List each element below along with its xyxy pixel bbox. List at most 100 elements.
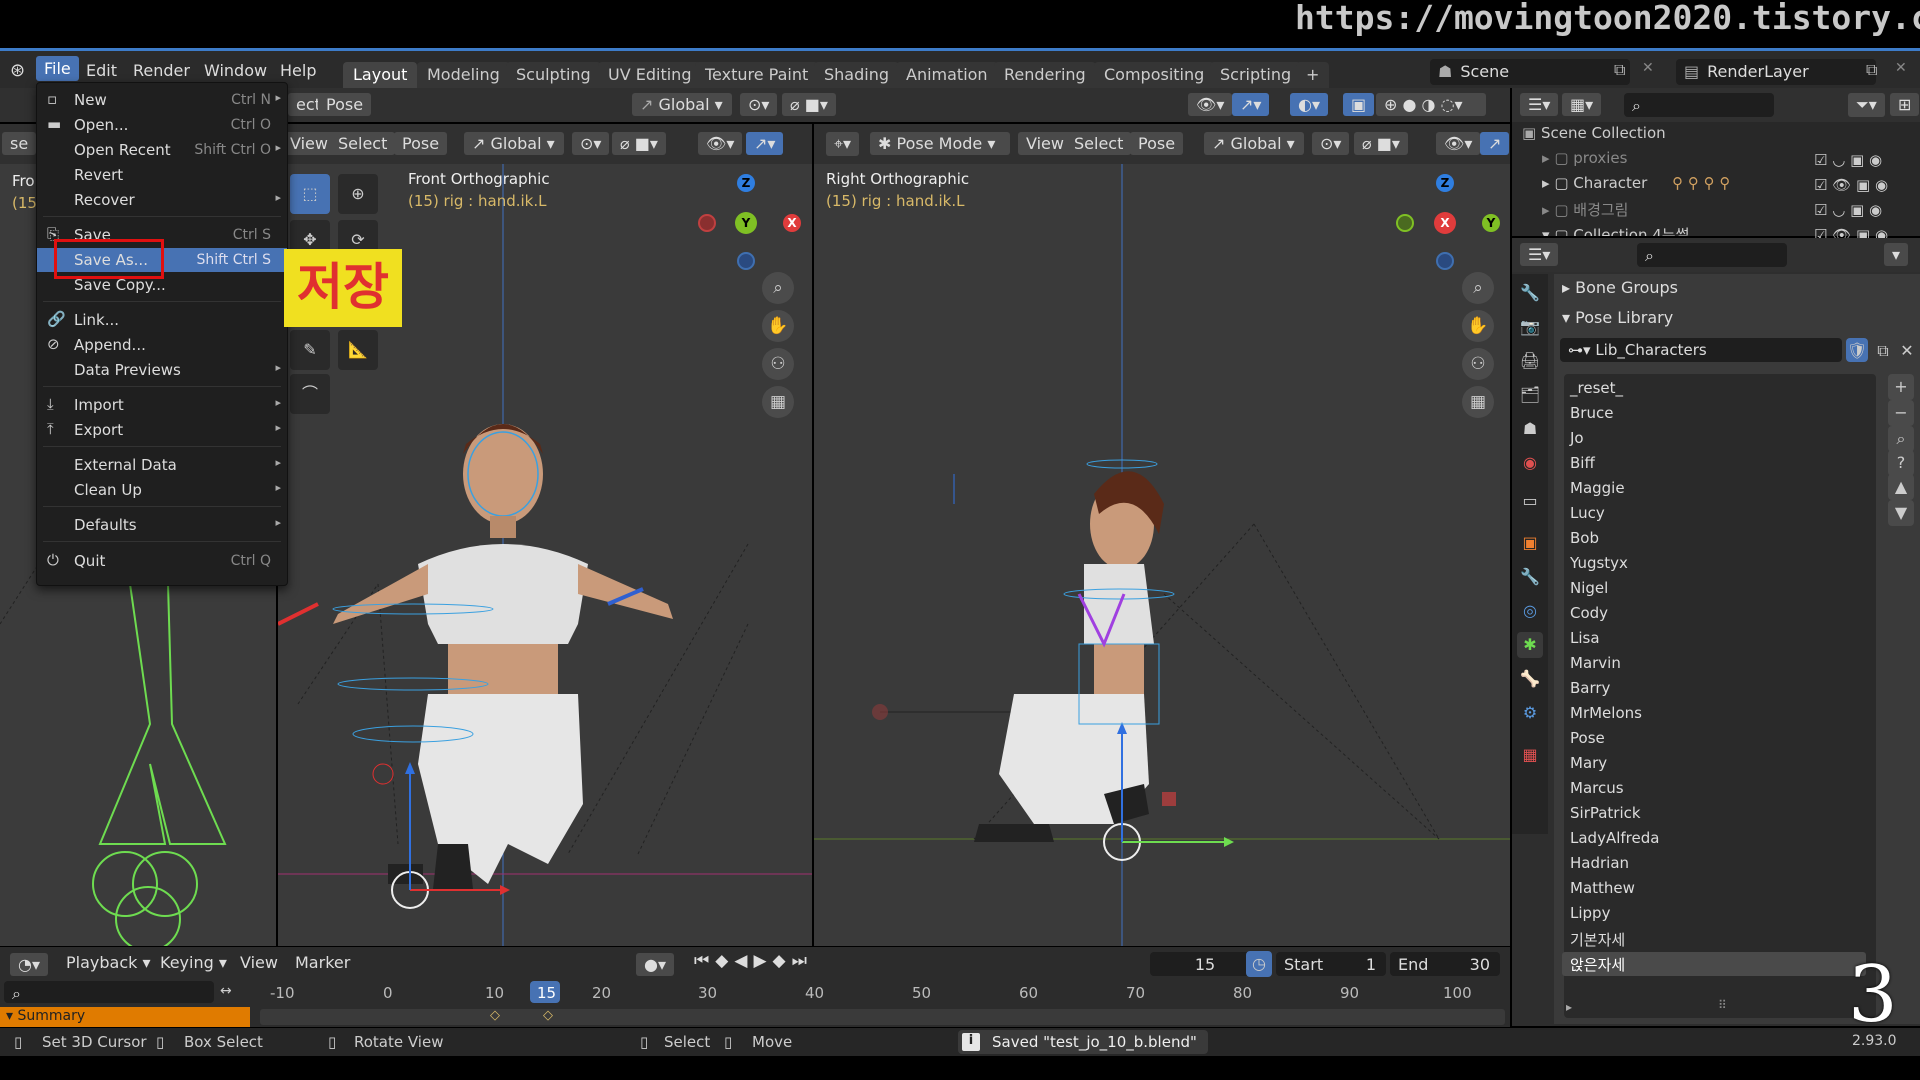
start-frame-input[interactable]: Start 1 (1276, 952, 1386, 976)
tab-compositing[interactable]: Compositing (1094, 62, 1215, 88)
remove-pose-icon[interactable]: − (1888, 400, 1914, 426)
tab-scripting[interactable]: Scripting (1210, 62, 1302, 88)
front-viewport[interactable]: Front Orthographic (15) rig : hand.ik.L … (278, 124, 812, 946)
header-pose-menu[interactable]: Pose (318, 93, 372, 116)
scene-properties-icon[interactable]: ☗ (1517, 416, 1543, 442)
summary-channel[interactable]: ▾ Summary (0, 1007, 250, 1027)
right-pose-menu[interactable]: Pose (1130, 132, 1184, 155)
pose-item[interactable]: Cody (1570, 604, 1608, 622)
camera-view-icon[interactable]: ⚇ (762, 348, 794, 380)
properties-search-input[interactable]: ⌕ (1637, 243, 1787, 267)
playback-menu[interactable]: Playback ▾ (66, 953, 151, 972)
pose-item[interactable]: Yugstyx (1570, 554, 1628, 572)
outliner-display-mode-icon[interactable]: ▦▾ (1562, 93, 1602, 116)
overlay-toggle-icon[interactable]: ◐▾ (1290, 93, 1328, 116)
menu-item-append[interactable]: ⊘ Append... (37, 333, 287, 357)
bone-properties-icon[interactable]: 🦴 (1517, 666, 1543, 692)
new-scene-icon[interactable]: ⧉ (1614, 60, 1625, 80)
menu-item-data-previews[interactable]: Data Previews ▸ (37, 358, 287, 382)
menu-render[interactable]: Render (133, 61, 190, 80)
snap-icon[interactable]: ⌀ ■▾ (782, 93, 836, 116)
right-gizmo-neg-y-axis[interactable] (1396, 214, 1414, 232)
shading-modes-icon[interactable]: ⊕ ● ◑ ◌▾ (1376, 93, 1486, 116)
front-pose-menu[interactable]: Pose (394, 132, 448, 155)
world-properties-icon[interactable]: ◉ (1517, 450, 1543, 476)
right-camera-view-icon[interactable]: ⚇ (1462, 348, 1494, 380)
tab-rendering[interactable]: Rendering (994, 62, 1096, 88)
keyframe-diamond-icon[interactable]: ◇ (543, 1008, 553, 1023)
menu-item-defaults[interactable]: Defaults ▸ (37, 513, 287, 537)
duplicate-library-icon[interactable]: ⧉ (1872, 338, 1894, 362)
menu-item-quit[interactable]: ⏻ Quit Ctrl Q (37, 549, 287, 573)
front-select-menu[interactable]: Select (330, 132, 396, 155)
pose-item[interactable]: SirPatrick (1570, 804, 1641, 822)
add-workspace-icon[interactable]: + (1296, 62, 1330, 88)
gizmo-toggle-icon[interactable]: ↗▾ (1232, 93, 1270, 116)
preview-range-clock-icon[interactable]: ◷ (1246, 951, 1272, 977)
tool-settings-icon[interactable]: 🔧 (1517, 280, 1543, 306)
current-frame-input[interactable]: 15 (1150, 952, 1260, 976)
move-pose-down-icon[interactable]: ▼ (1888, 500, 1914, 526)
fake-user-shield-icon[interactable]: 🛡 (1846, 338, 1868, 362)
menu-item-open-recent[interactable]: Open Recent Shift Ctrl O ▸ (37, 138, 287, 162)
menu-item-recover[interactable]: Recover ▸ (37, 188, 287, 212)
bone-tool-icon[interactable]: ⌒ (290, 374, 330, 414)
gizmo-neg-z-axis[interactable] (737, 252, 755, 270)
pose-item[interactable]: Maggie (1570, 479, 1625, 497)
pose-list[interactable] (1564, 374, 1876, 1018)
pose-item[interactable]: Nigel (1570, 579, 1608, 597)
right-orientation-dropdown[interactable]: ↗ Global ▾ (1204, 132, 1304, 155)
menu-file[interactable]: File (36, 56, 79, 81)
pose-item[interactable]: Lisa (1570, 629, 1600, 647)
menu-item-export[interactable]: ⤒ Export ▸ (37, 418, 287, 442)
pose-library-panel-header[interactable]: ▾ Pose Library (1562, 308, 1673, 327)
collection-properties-icon[interactable]: ▭ (1517, 488, 1543, 514)
gizmo-neg-x-axis[interactable] (698, 214, 716, 232)
menu-item-revert[interactable]: Revert (37, 163, 287, 187)
pose-item[interactable]: Hadrian (1570, 854, 1629, 872)
pose-item[interactable]: Bruce (1570, 404, 1613, 422)
sanitize-pose-icon[interactable]: ? (1888, 450, 1914, 476)
timeline-marker-menu[interactable]: Marker (295, 953, 350, 972)
tab-layout[interactable]: Layout (343, 62, 418, 88)
front-orientation-dropdown[interactable]: ↗ Global ▾ (464, 132, 564, 155)
list-resize-handle-icon[interactable]: ⠿ (1718, 998, 1727, 1012)
pose-mode-dropdown[interactable]: ✱ Pose Mode ▾ (870, 132, 1010, 155)
outliner-search-input[interactable]: ⌕ (1624, 93, 1774, 117)
scene-selector[interactable]: ☗ Scene (1430, 59, 1630, 85)
keying-menu[interactable]: Keying ▾ (160, 953, 227, 972)
zoom-icon[interactable]: ⌕ (762, 272, 794, 304)
output-properties-icon[interactable]: 🖨 (1517, 348, 1543, 374)
delete-scene-icon[interactable]: ✕ (1642, 60, 1654, 76)
texture-properties-icon[interactable]: ▦ (1517, 742, 1543, 768)
right-visibility-icon[interactable]: 👁▾ (1436, 132, 1481, 155)
right-gizmo-z-axis[interactable]: Z (1436, 174, 1454, 192)
right-gizmo-neg-z-axis[interactable] (1436, 252, 1454, 270)
pose-item[interactable]: Bob (1570, 529, 1599, 547)
pose-item[interactable]: MrMelons (1570, 704, 1642, 722)
tab-animation[interactable]: Animation (896, 62, 998, 88)
right-editor-type-icon[interactable]: ⌖▾ (826, 132, 860, 156)
keyframe-diamond-icon[interactable]: ◇ (490, 1008, 500, 1023)
add-pose-icon[interactable]: + (1888, 374, 1914, 400)
pose-item[interactable]: Barry (1570, 679, 1610, 697)
pose-item[interactable]: Lucy (1570, 504, 1605, 522)
unlink-library-icon[interactable]: ✕ (1896, 338, 1918, 362)
view-layer-icon[interactable]: 🗂 (1517, 382, 1543, 408)
pose-item[interactable]: Matthew (1570, 879, 1635, 897)
front-snap-icon[interactable]: ⌀ ■▾ (612, 132, 666, 155)
menu-edit[interactable]: Edit (86, 61, 117, 80)
gizmo-y-axis[interactable]: Y (735, 212, 757, 234)
pose-item[interactable]: LadyAlfreda (1570, 829, 1659, 847)
right-grid-toggle-icon[interactable]: ▦ (1462, 386, 1494, 418)
right-view-menu[interactable]: View (1018, 132, 1072, 155)
right-pivot-icon[interactable]: ⊙▾ (1312, 132, 1350, 155)
auto-keying-record-icon[interactable]: ●▾ (636, 953, 674, 976)
pose-item[interactable]: Marvin (1570, 654, 1621, 672)
menu-item-link[interactable]: 🔗 Link... (37, 308, 287, 332)
channel-search-input[interactable]: ⌕ (4, 981, 214, 1003)
outliner-editor-type-icon[interactable]: ☰▾ (1520, 93, 1559, 116)
timeline-editor-type-icon[interactable]: ◔▾ (10, 953, 48, 976)
bone-constraint-icon[interactable]: ⚙ (1517, 700, 1543, 726)
right-gizmo-icon[interactable]: ↗ (1480, 132, 1510, 155)
